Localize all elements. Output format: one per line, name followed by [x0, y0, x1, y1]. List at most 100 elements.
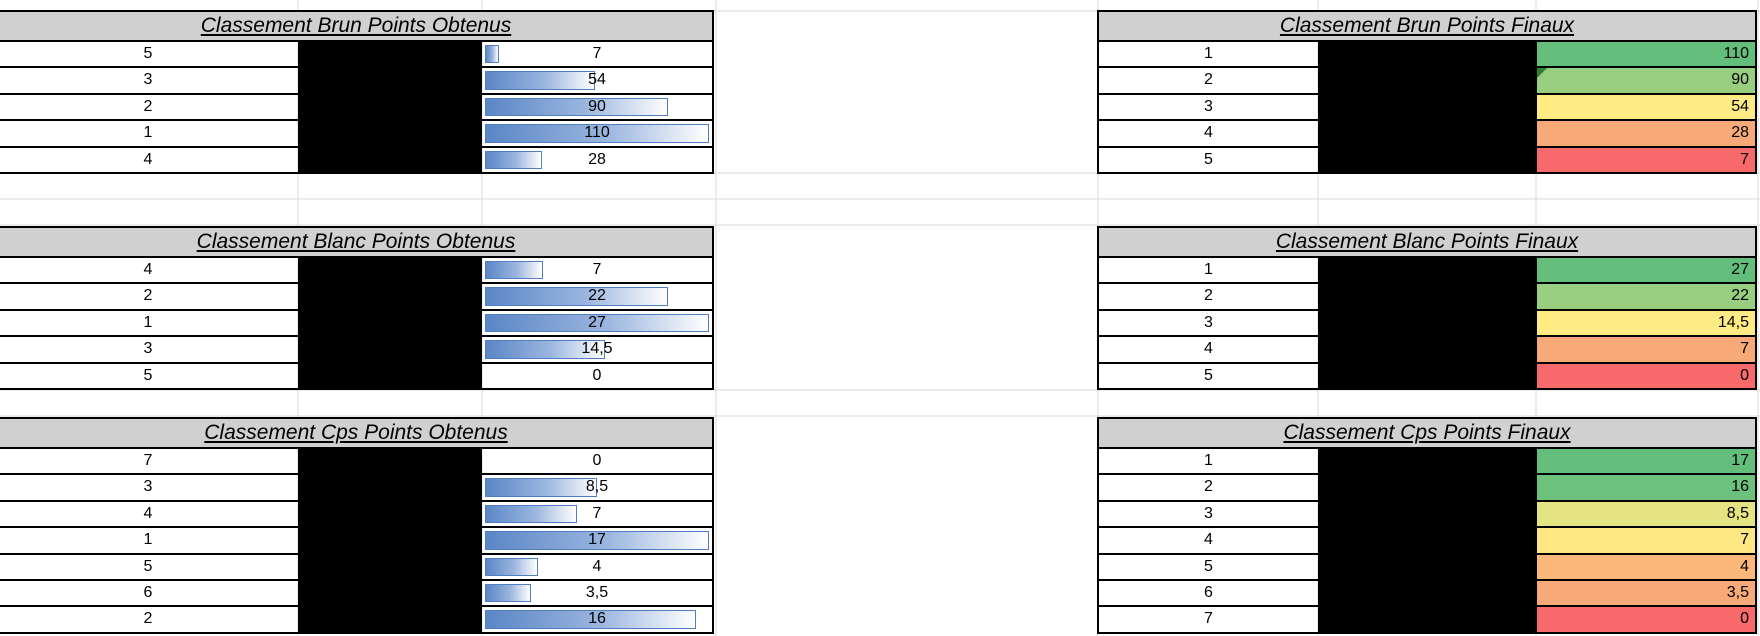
rank-cell[interactable]: 5	[0, 42, 298, 66]
final-points-cell[interactable]: 90	[1537, 68, 1755, 93]
table-row[interactable]: 6 3,5	[0, 579, 714, 608]
rank-cell[interactable]: 4	[1099, 528, 1318, 552]
rank-cell[interactable]: 3	[1099, 311, 1318, 335]
table-row[interactable]: 57	[0, 40, 714, 69]
table-row[interactable]: 70	[1097, 605, 1757, 634]
value-cell[interactable]: 110	[482, 121, 712, 145]
rank-cell[interactable]: 6	[1099, 581, 1318, 605]
table-row[interactable]: 1 17	[1097, 447, 1757, 476]
rank-cell[interactable]: 6	[0, 581, 298, 605]
rank-cell[interactable]: 5	[1099, 555, 1318, 579]
rank-cell[interactable]: 3	[0, 475, 298, 499]
rank-cell[interactable]: 1	[1099, 449, 1318, 473]
rank-cell[interactable]: 2	[0, 607, 298, 631]
rank-cell[interactable]: 1	[0, 528, 298, 552]
final-points-cell[interactable]: 3,5	[1537, 581, 1755, 606]
table-row[interactable]: 2 90	[0, 92, 714, 122]
final-points-cell[interactable]: 17	[1537, 449, 1755, 474]
rank-cell[interactable]: 3	[1099, 502, 1318, 526]
rank-cell[interactable]: 1	[1099, 258, 1318, 282]
table-row[interactable]: 1 17	[0, 526, 714, 555]
rank-cell[interactable]: 4	[1099, 121, 1318, 145]
value-cell[interactable]: 4	[482, 555, 712, 579]
value-cell[interactable]: 22	[482, 284, 712, 308]
table-row[interactable]: 2 90	[1097, 66, 1757, 95]
table-row[interactable]: 1 110	[1097, 40, 1757, 69]
table-row[interactable]: 1 27	[1097, 256, 1757, 285]
table-row[interactable]: 2 16	[0, 605, 714, 634]
value-cell[interactable]: 28	[482, 148, 712, 172]
table-row[interactable]: 3 8,5	[0, 473, 714, 502]
rank-cell[interactable]: 2	[0, 284, 298, 308]
rank-cell[interactable]: 7	[0, 449, 298, 473]
table-row[interactable]: 4 28	[1097, 119, 1757, 148]
value-cell[interactable]: 8,5	[482, 475, 712, 499]
rank-cell[interactable]: 2	[0, 95, 298, 119]
value-cell[interactable]: 3,5	[482, 581, 712, 605]
table-row[interactable]: 57	[1097, 145, 1757, 174]
final-points-cell[interactable]: 22	[1537, 284, 1755, 309]
final-points-cell[interactable]: 54	[1537, 94, 1755, 120]
rank-cell[interactable]: 5	[1099, 148, 1318, 172]
final-points-cell[interactable]: 0	[1537, 607, 1755, 632]
value-cell[interactable]: 7	[482, 502, 712, 526]
rank-cell[interactable]: 3	[0, 337, 298, 361]
rank-cell[interactable]: 5	[1099, 364, 1318, 388]
rank-cell[interactable]: 5	[0, 555, 298, 579]
final-points-cell[interactable]: 7	[1537, 147, 1755, 172]
final-points-cell[interactable]: 8,5	[1537, 501, 1755, 527]
table-row[interactable]: 3 54	[1097, 92, 1757, 122]
table-row[interactable]: 4 28	[0, 145, 714, 174]
table-row[interactable]: 47	[1097, 335, 1757, 364]
value-cell[interactable]: 14,5	[482, 337, 712, 361]
table-row[interactable]: 54	[1097, 552, 1757, 581]
final-points-cell[interactable]: 7	[1537, 337, 1755, 362]
rank-cell[interactable]: 5	[0, 364, 298, 388]
rank-cell[interactable]: 3	[0, 68, 298, 92]
table-row[interactable]: 54	[0, 552, 714, 581]
table-row[interactable]: 47	[0, 499, 714, 529]
table-row[interactable]: 3 8,5	[1097, 499, 1757, 529]
table-row[interactable]: 1 110	[0, 119, 714, 148]
final-points-cell[interactable]: 14,5	[1537, 310, 1755, 336]
rank-cell[interactable]: 1	[1099, 42, 1318, 66]
value-cell[interactable]: 90	[482, 95, 712, 119]
table-row[interactable]: 70	[0, 447, 714, 476]
comment-indicator-icon[interactable]	[1537, 68, 1547, 79]
value-cell[interactable]: 7	[482, 42, 712, 66]
value-cell[interactable]: 27	[482, 311, 712, 335]
value-cell[interactable]: 7	[482, 258, 712, 282]
table-row[interactable]: 50	[1097, 361, 1757, 390]
rank-cell[interactable]: 2	[1099, 68, 1318, 92]
rank-cell[interactable]: 4	[1099, 337, 1318, 361]
final-points-cell[interactable]: 28	[1537, 121, 1755, 146]
rank-cell[interactable]: 1	[0, 311, 298, 335]
table-row[interactable]: 2 22	[0, 282, 714, 311]
table-row[interactable]: 47	[1097, 526, 1757, 555]
value-cell[interactable]: 17	[482, 528, 712, 552]
rank-cell[interactable]: 3	[1099, 95, 1318, 119]
final-points-cell[interactable]: 16	[1537, 475, 1755, 500]
rank-cell[interactable]: 2	[1099, 475, 1318, 499]
value-cell[interactable]: 16	[482, 607, 712, 631]
rank-cell[interactable]: 2	[1099, 284, 1318, 308]
table-row[interactable]: 1 27	[0, 308, 714, 338]
rank-cell[interactable]: 4	[0, 148, 298, 172]
rank-cell[interactable]: 4	[0, 258, 298, 282]
final-points-cell[interactable]: 4	[1537, 554, 1755, 579]
table-row[interactable]: 3 14,5	[0, 335, 714, 364]
table-row[interactable]: 2 22	[1097, 282, 1757, 311]
value-cell[interactable]: 0	[482, 364, 712, 388]
rank-cell[interactable]: 7	[1099, 607, 1318, 631]
final-points-cell[interactable]: 27	[1537, 258, 1755, 283]
table-row[interactable]: 6 3,5	[1097, 579, 1757, 608]
table-row[interactable]: 3 14,5	[1097, 308, 1757, 338]
final-points-cell[interactable]: 0	[1537, 363, 1755, 388]
table-row[interactable]: 3 54	[0, 66, 714, 95]
table-row[interactable]: 2 16	[1097, 473, 1757, 502]
value-cell[interactable]: 0	[482, 449, 712, 473]
rank-cell[interactable]: 4	[0, 502, 298, 526]
value-cell[interactable]: 54	[482, 68, 712, 92]
final-points-cell[interactable]: 7	[1537, 528, 1755, 553]
table-row[interactable]: 50	[0, 361, 714, 390]
